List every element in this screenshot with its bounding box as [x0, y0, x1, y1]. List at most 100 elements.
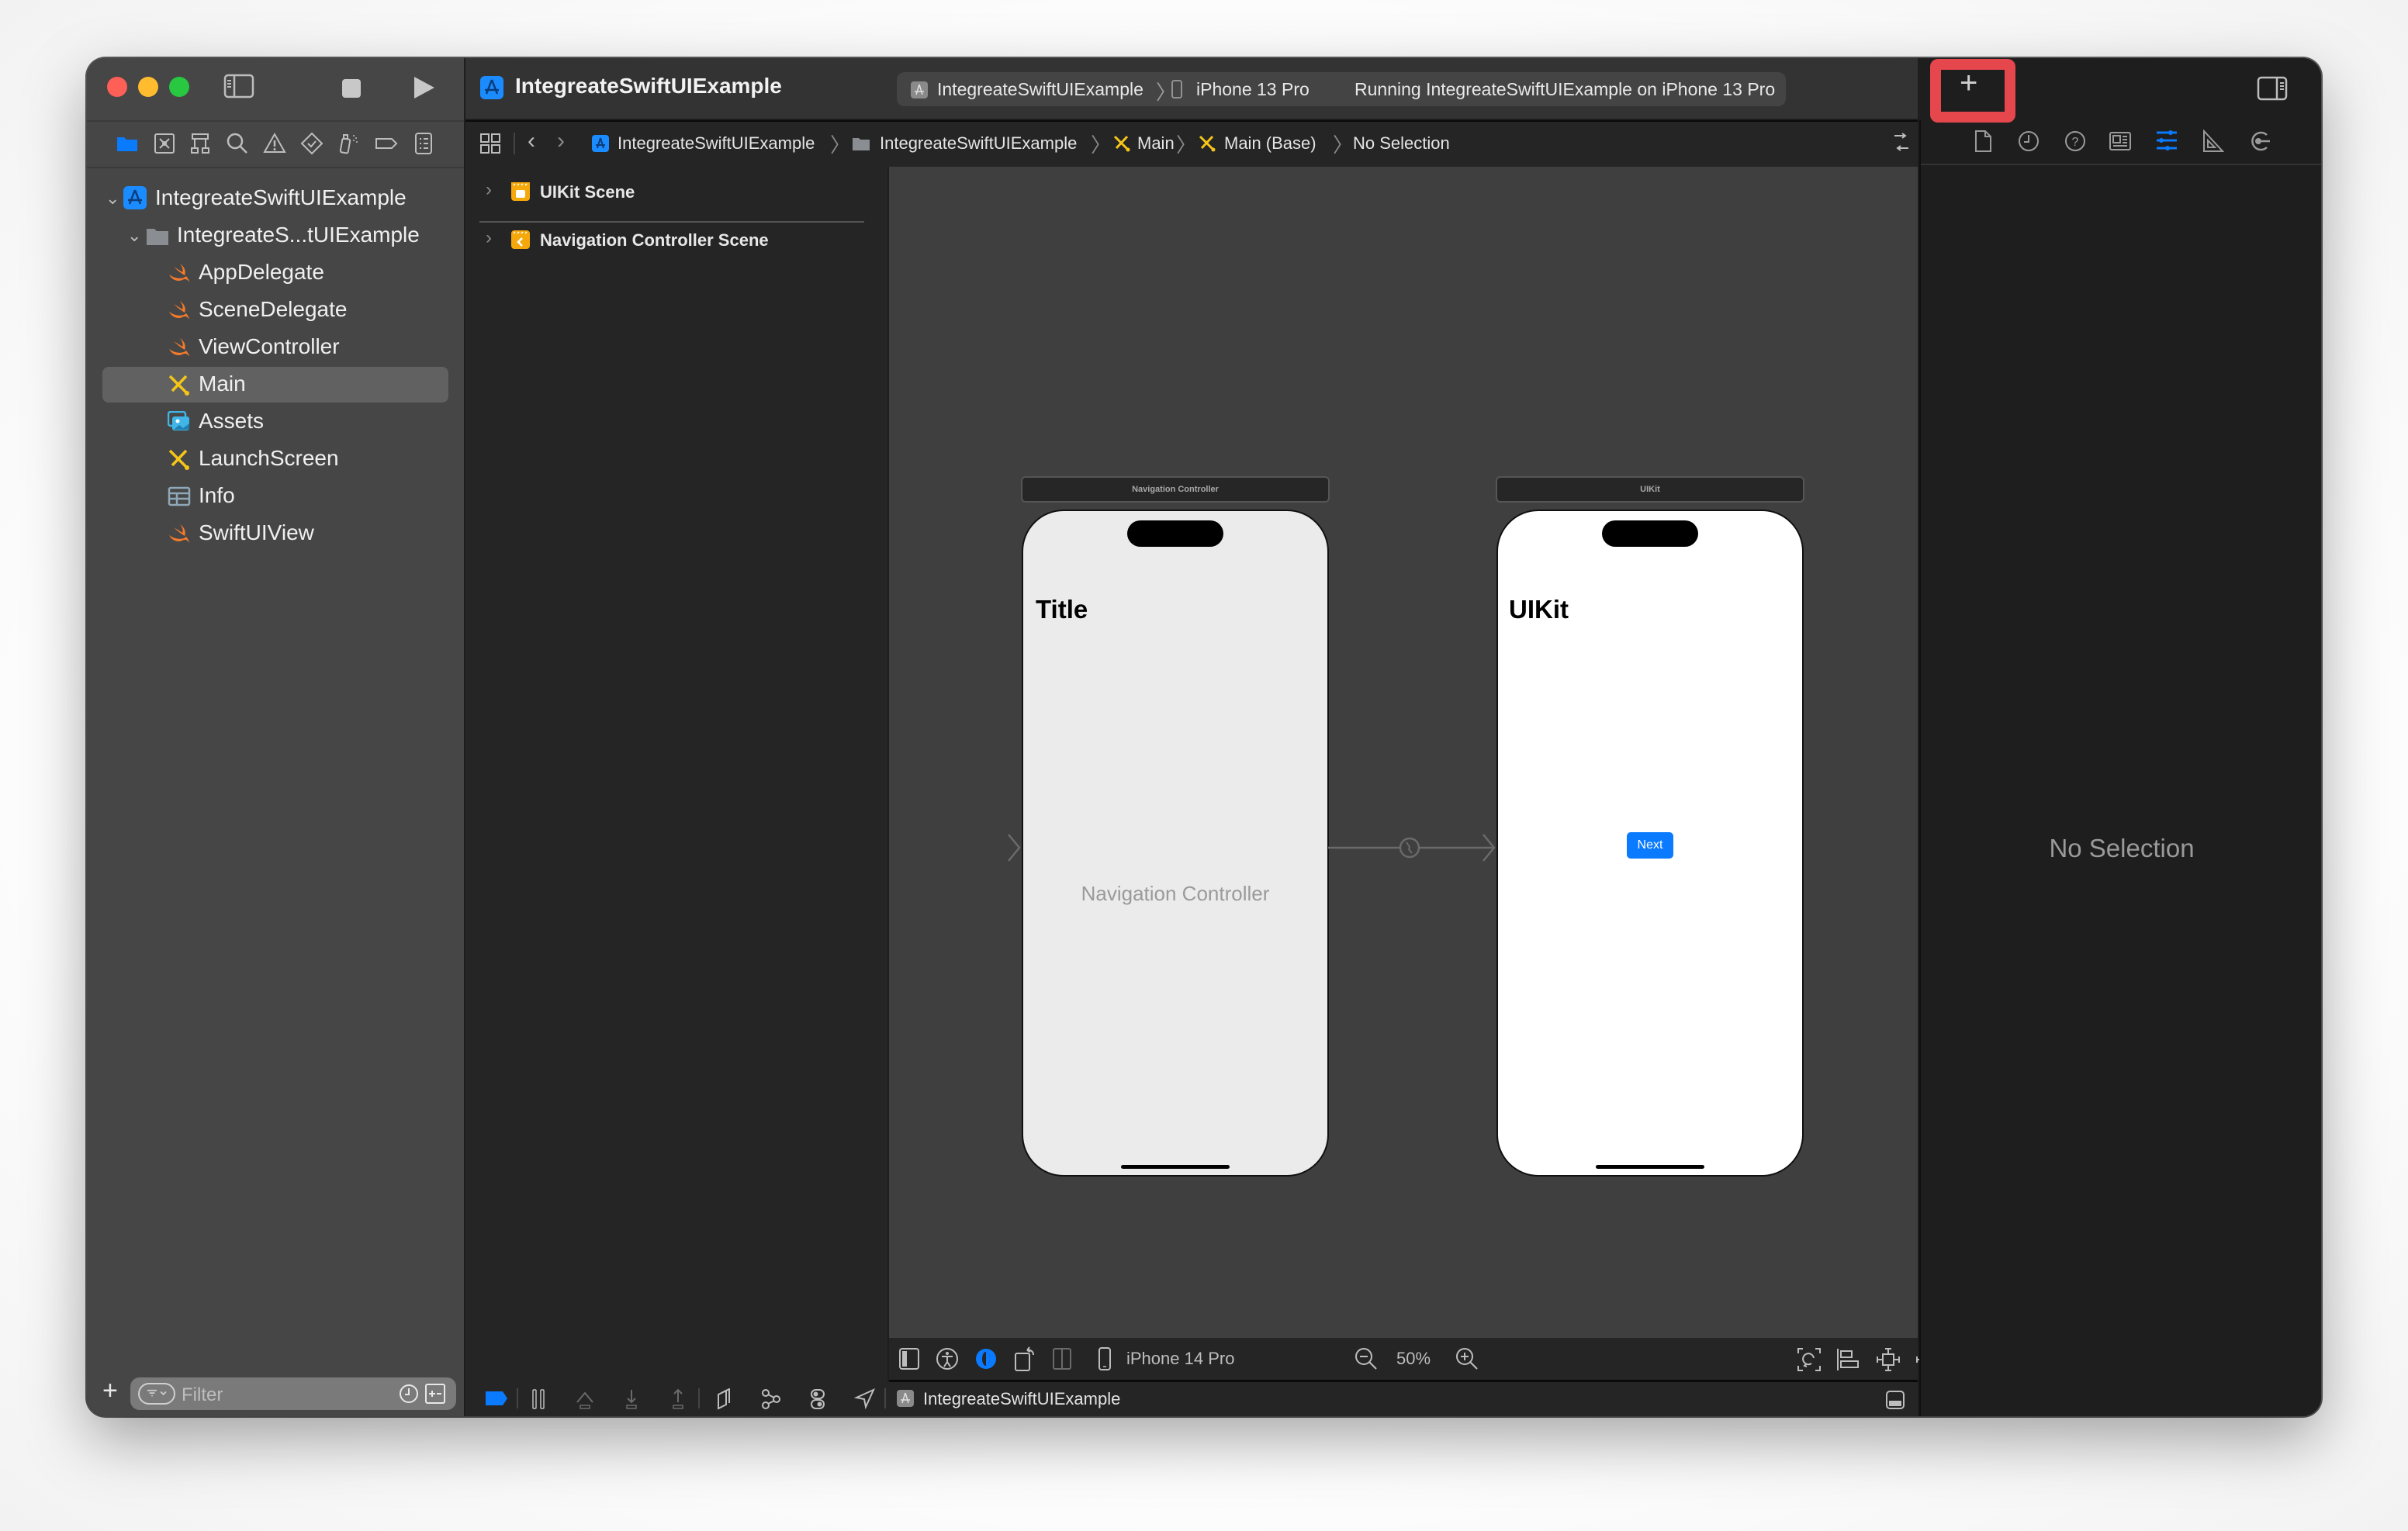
- add-file-button[interactable]: +: [102, 1376, 118, 1406]
- identity-inspector-icon[interactable]: [2109, 130, 2132, 153]
- sidebar-toggle-icon[interactable]: [223, 74, 254, 98]
- chevron-right-icon[interactable]: ›: [486, 179, 492, 201]
- align-icon[interactable]: [1835, 1347, 1860, 1372]
- crumb-project[interactable]: IntegreateSwiftUIExample: [618, 133, 815, 154]
- zoom-out-icon[interactable]: [1354, 1347, 1378, 1370]
- tree-item-file[interactable]: LaunchScreen: [102, 441, 448, 477]
- scene-header-navigation-controller[interactable]: Navigation Controller: [1021, 476, 1330, 503]
- destination-selector[interactable]: iPhone 13 Pro: [1171, 72, 1334, 106]
- tree-item-file-selected[interactable]: Main: [102, 367, 448, 403]
- tree-item-file[interactable]: SceneDelegate: [102, 292, 448, 328]
- help-inspector-icon[interactable]: ?: [2064, 130, 2087, 153]
- history-inspector-icon[interactable]: [2017, 130, 2040, 153]
- attributes-inspector-icon[interactable]: [2155, 128, 2178, 153]
- storyboard-canvas[interactable]: Navigation Controller Title Navigation C…: [889, 167, 1918, 1338]
- chevron-down-icon[interactable]: ⌄: [106, 187, 123, 210]
- tree-item-file[interactable]: ViewController: [102, 330, 448, 365]
- appearance-icon[interactable]: [974, 1347, 998, 1370]
- step-out-icon[interactable]: [667, 1388, 689, 1410]
- library-add-button[interactable]: +: [1960, 66, 1977, 101]
- tree-item-file[interactable]: Info: [102, 479, 448, 514]
- breakpoints-toggle-icon[interactable]: [484, 1390, 509, 1407]
- activity-status: Running IntegreateSwiftUIExample on iPho…: [1354, 79, 1776, 99]
- scheme-selector[interactable]: IntegreateSwiftUIExample 〉: [903, 72, 1176, 106]
- update-frames-icon[interactable]: [1797, 1347, 1822, 1372]
- recent-files-icon[interactable]: [399, 1384, 419, 1404]
- tree-item-file[interactable]: SwiftUIView: [102, 516, 448, 551]
- stop-icon[interactable]: [341, 78, 362, 98]
- scene-header-uikit[interactable]: UIKit: [1496, 476, 1804, 503]
- outline-item-label: UIKit Scene: [540, 182, 635, 202]
- crumb-selection[interactable]: No Selection: [1353, 133, 1450, 154]
- navigator-filter-input[interactable]: Filter: [130, 1377, 456, 1410]
- uikit-scene[interactable]: UIKit Next: [1496, 510, 1804, 1177]
- folder-icon: [146, 225, 169, 247]
- tree-item-label: IntegreateSwiftUIExample: [155, 185, 407, 209]
- folder-icon[interactable]: [115, 131, 140, 156]
- source-control-filter-icon[interactable]: [425, 1384, 445, 1404]
- simulate-location-icon[interactable]: [853, 1388, 875, 1410]
- back-button[interactable]: ‹: [528, 128, 535, 154]
- run-icon[interactable]: [413, 75, 436, 100]
- navigation-controller-scene[interactable]: Title Navigation Controller: [1022, 510, 1329, 1177]
- tree-item-group[interactable]: ⌄ IntegreateS...tUIExample: [102, 218, 448, 254]
- debug-target-name[interactable]: IntegreateSwiftUIExample: [923, 1389, 1120, 1409]
- orientation-icon[interactable]: [1013, 1344, 1036, 1372]
- tree-item-file[interactable]: Assets: [102, 404, 448, 440]
- view-hierarchy-icon[interactable]: [714, 1388, 735, 1410]
- storyboard-icon: [1198, 134, 1216, 153]
- report-icon[interactable]: [411, 131, 436, 156]
- memory-graph-icon[interactable]: [760, 1388, 782, 1410]
- split-view-icon[interactable]: [1052, 1347, 1072, 1370]
- zoom-level[interactable]: 50%: [1396, 1349, 1431, 1369]
- outline-item-uikit-scene[interactable]: › UIKit Scene: [476, 175, 880, 209]
- tree-item-label: LaunchScreen: [199, 446, 339, 470]
- outline-item-nav-scene[interactable]: › Navigation Controller Scene: [476, 223, 880, 257]
- breakpoint-icon[interactable]: [374, 131, 399, 156]
- tree-item-project[interactable]: ⌄ IntegreateSwiftUIExample: [102, 181, 448, 216]
- file-inspector-icon[interactable]: [1974, 130, 1994, 153]
- swift-icon: [168, 337, 191, 358]
- zoom-window-button[interactable]: [169, 77, 189, 97]
- accessibility-icon[interactable]: [936, 1347, 959, 1370]
- iphone-icon: [1171, 80, 1182, 98]
- chevron-down-icon[interactable]: ⌄: [127, 224, 144, 247]
- debug-bar: IntegreateSwiftUIExample: [465, 1382, 1918, 1416]
- adjust-editor-options-icon[interactable]: [1891, 133, 1912, 154]
- minimize-window-button[interactable]: [138, 77, 158, 97]
- hierarchy-icon[interactable]: [188, 131, 213, 156]
- zoom-in-icon[interactable]: [1455, 1347, 1479, 1370]
- forward-button[interactable]: ›: [557, 128, 565, 154]
- connections-inspector-icon[interactable]: [2248, 130, 2271, 153]
- related-items-icon[interactable]: [479, 133, 501, 154]
- tree-item-file[interactable]: AppDelegate: [102, 255, 448, 291]
- warning-icon[interactable]: [262, 131, 287, 156]
- app-project-icon: [479, 75, 504, 100]
- size-inspector-icon[interactable]: [2202, 130, 2225, 153]
- debug-area-toggle-icon[interactable]: [1885, 1390, 1905, 1410]
- filter-options-icon[interactable]: [138, 1383, 175, 1405]
- inspector-toggle-icon[interactable]: [2257, 76, 2288, 101]
- search-icon[interactable]: [225, 131, 250, 156]
- device-selector[interactable]: iPhone 14 Pro: [1126, 1349, 1234, 1369]
- source-control-icon[interactable]: [152, 131, 177, 156]
- crumb-localization[interactable]: Main (Base): [1224, 133, 1316, 154]
- step-into-icon[interactable]: [621, 1388, 642, 1410]
- step-over-icon[interactable]: [574, 1388, 596, 1410]
- close-window-button[interactable]: [107, 77, 127, 97]
- next-button[interactable]: Next: [1627, 832, 1673, 859]
- crumb-file[interactable]: Main: [1137, 133, 1175, 154]
- navigator-footer: + Filter: [87, 1371, 464, 1416]
- destination-name: iPhone 13 Pro: [1196, 79, 1310, 99]
- activity-pill: IntegreateSwiftUIExample 〉 iPhone 13 Pro…: [897, 72, 1786, 106]
- outline-toggle-icon[interactable]: [898, 1347, 920, 1370]
- test-icon[interactable]: [299, 131, 324, 156]
- environment-overrides-icon[interactable]: [807, 1388, 829, 1410]
- add-constraints-icon[interactable]: [1876, 1347, 1901, 1372]
- debug-spray-icon[interactable]: [337, 131, 362, 156]
- tree-item-label: SceneDelegate: [199, 297, 348, 321]
- relationship-segue[interactable]: [1328, 832, 1496, 863]
- pause-icon[interactable]: [531, 1388, 546, 1410]
- chevron-right-icon[interactable]: ›: [486, 227, 492, 249]
- crumb-group[interactable]: IntegreateSwiftUIExample: [880, 133, 1077, 154]
